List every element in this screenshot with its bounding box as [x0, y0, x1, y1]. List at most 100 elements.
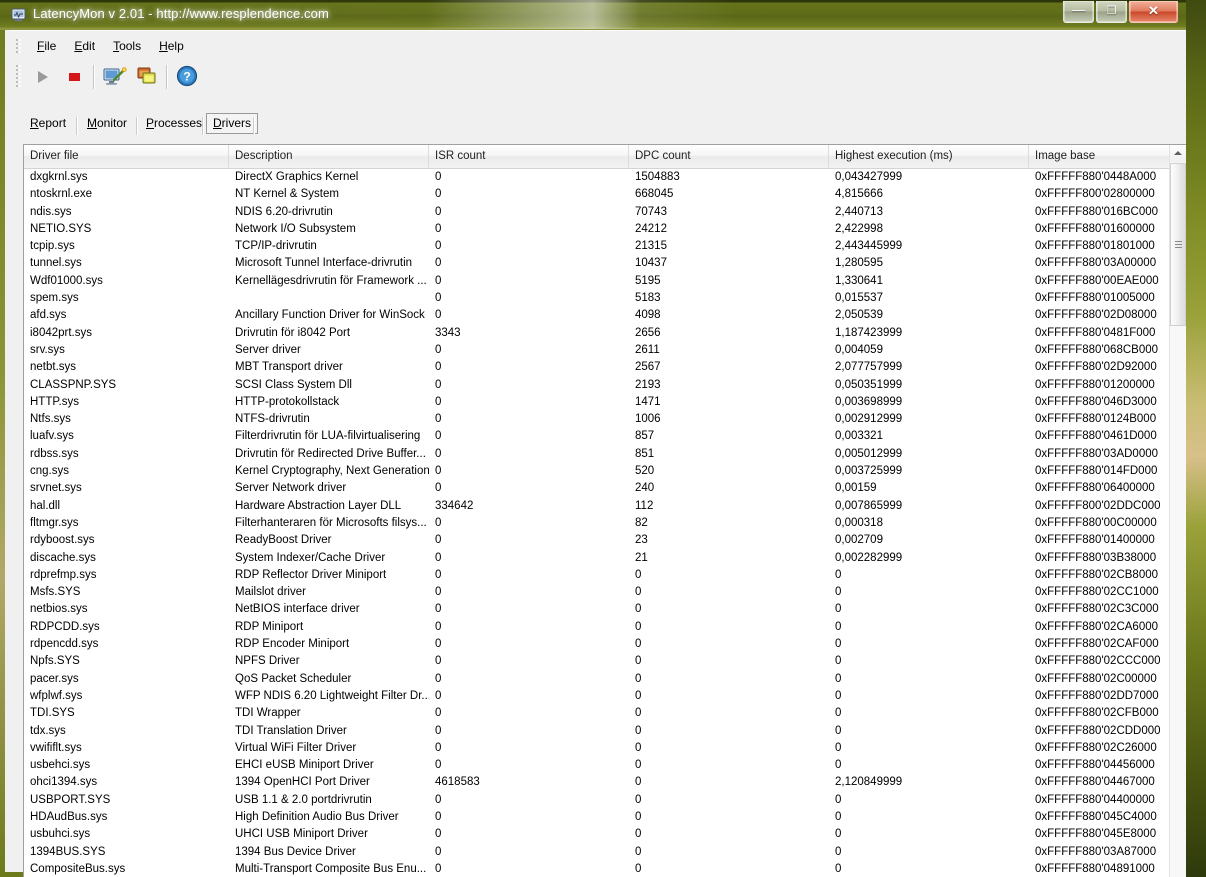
table-row[interactable]: wfplwf.sys WFP NDIS 6.20 Lightweight Filt…	[24, 688, 1170, 705]
cell-dpc-count: 0	[635, 707, 642, 720]
table-row[interactable]: discache.sys System Indexer/Cache Driver 0…	[24, 550, 1170, 567]
table-row[interactable]: HTTP.sys HTTP-protokollstack 0 1471 0,003698…	[24, 394, 1170, 411]
table-row[interactable]: tdx.sys TDI Translation Driver 0 0 0 0xFFFFF8…	[24, 723, 1170, 740]
cell-dpc-count: 857	[635, 430, 655, 443]
table-row[interactable]: 1394BUS.SYS 1394 Bus Device Driver 0 0 0 0xFF…	[24, 844, 1170, 861]
table-row[interactable]: Npfs.SYS NPFS Driver 0 0 0 0xFFFFF880'02CCC00…	[24, 653, 1170, 670]
start-button[interactable]	[28, 63, 56, 91]
table-row[interactable]: USBPORT.SYS USB 1.1 & 2.0 portdrivrutin 0 0…	[24, 792, 1170, 809]
svg-text:?: ?	[183, 70, 190, 84]
column-header-highest-execution-ms[interactable]: Highest execution (ms)	[829, 145, 1029, 168]
table-row[interactable]: tcpip.sys TCP/IP-drivrutin 0 21315 2,4434459…	[24, 238, 1170, 255]
menu-item-edit[interactable]: Edit	[65, 37, 104, 55]
cell-description: HTTP-protokollstack	[235, 395, 340, 408]
table-row[interactable]: HDAudBus.sys High Definition Audio Bus Dr…	[24, 809, 1170, 826]
table-row[interactable]: usbehci.sys EHCI eUSB Miniport Driver 0 0 0 0…	[24, 757, 1170, 774]
processes-tool-button[interactable]	[133, 63, 161, 91]
cell-driver-file: Wdf01000.sys	[30, 274, 103, 287]
table-row[interactable]: hal.dll Hardware Abstraction Layer DLL 334…	[24, 498, 1170, 515]
table-row[interactable]: srvnet.sys Server Network driver 0 240 0,001…	[24, 480, 1170, 497]
cell-highest-execution-ms: 0	[835, 620, 842, 633]
table-row[interactable]: pacer.sys QoS Packet Scheduler 0 0 0 0xFFFFF8…	[24, 671, 1170, 688]
tab-monitor[interactable]: Monitor	[80, 113, 134, 134]
table-row[interactable]: ntoskrnl.exe NT Kernel & System 0 668045 4,8…	[24, 186, 1170, 203]
cell-highest-execution-ms: 0	[835, 689, 842, 702]
cell-driver-file: USBPORT.SYS	[30, 793, 111, 806]
tab-processes[interactable]: Processes	[139, 113, 209, 134]
table-row[interactable]: i8042prt.sys Drivrutin för i8042 Port 3343…	[24, 325, 1170, 342]
table-row[interactable]: vwififlt.sys Virtual WiFi Filter Driver 0 0…	[24, 740, 1170, 757]
table-row[interactable]: ndis.sys NDIS 6.20-drivrutin 0 70743 2,44071…	[24, 204, 1170, 221]
cell-driver-file: Ntfs.sys	[30, 413, 71, 426]
table-row[interactable]: CompositeBus.sys Multi-Transport Composit…	[24, 861, 1170, 877]
vertical-scrollbar[interactable]	[1169, 145, 1186, 877]
cell-image-base: 0xFFFFF880'014FD000	[1035, 465, 1158, 478]
cell-driver-file: usbuhci.sys	[30, 828, 91, 841]
cell-description: Server Network driver	[235, 482, 347, 495]
maximize-button[interactable]: ❐	[1096, 1, 1127, 23]
cell-highest-execution-ms: 0	[835, 707, 842, 720]
table-row[interactable]: fltmgr.sys Filterhanteraren för Microsoft…	[24, 515, 1170, 532]
cell-dpc-count: 70743	[635, 205, 667, 218]
cell-isr-count: 0	[435, 413, 442, 426]
table-row[interactable]: spem.sys 0 5183 0,015537 0xFFFFF880'01005000	[24, 290, 1170, 307]
menu-gripper-icon[interactable]	[16, 39, 21, 55]
cell-image-base: 0xFFFFF880'02CA6000	[1035, 620, 1159, 633]
table-row[interactable]: rdbss.sys Drivrutin för Redirected Drive …	[24, 446, 1170, 463]
column-header-driver-file[interactable]: Driver file	[24, 145, 229, 168]
table-row[interactable]: luafv.sys Filterdrivrutin för LUA-filvirt…	[24, 428, 1170, 445]
cell-description: Filterdrivrutin för LUA-filvirtualiserin…	[235, 430, 421, 443]
table-row[interactable]: RDPCDD.sys RDP Miniport 0 0 0 0xFFFFF880'02CA…	[24, 619, 1170, 636]
column-header-image-base[interactable]: Image base	[1029, 145, 1170, 168]
menu-item-tools[interactable]: Tools	[104, 37, 150, 55]
table-row[interactable]: tunnel.sys Microsoft Tunnel Interface-dri…	[24, 255, 1170, 272]
cell-dpc-count: 1471	[635, 395, 661, 408]
cell-highest-execution-ms: 1,330641	[835, 274, 883, 287]
cell-highest-execution-ms: 0,043427999	[835, 171, 903, 183]
cell-dpc-count: 1006	[635, 413, 661, 426]
cell-driver-file: luafv.sys	[30, 430, 74, 443]
table-row[interactable]: rdyboost.sys ReadyBoost Driver 0 23 0,002709…	[24, 532, 1170, 549]
cell-description: EHCI eUSB Miniport Driver	[235, 759, 374, 772]
toolbar-gripper-icon[interactable]	[16, 65, 21, 89]
column-header-description[interactable]: Description	[229, 145, 429, 168]
table-row[interactable]: rdpencdd.sys RDP Encoder Miniport 0 0 0 0xFFF…	[24, 636, 1170, 653]
cell-dpc-count: 0	[635, 741, 642, 754]
cell-dpc-count: 82	[635, 516, 648, 529]
table-row[interactable]: NETIO.SYS Network I/O Subsystem 0 24212 2,42…	[24, 221, 1170, 238]
table-row[interactable]: afd.sys Ancillary Function Driver for Win…	[24, 307, 1170, 324]
table-row[interactable]: Ntfs.sys NTFS-drivrutin 0 1006 0,002912999 0x…	[24, 411, 1170, 428]
table-row[interactable]: ohci1394.sys 1394 OpenHCI Port Driver 4618…	[24, 774, 1170, 791]
cell-isr-count: 0	[435, 655, 442, 668]
table-row[interactable]: netbt.sys MBT Transport driver 0 2567 2,0777…	[24, 359, 1170, 376]
cell-driver-file: wfplwf.sys	[30, 689, 83, 702]
stop-button[interactable]	[60, 63, 88, 91]
tab-report[interactable]: Report	[23, 113, 73, 134]
column-header-isr-count[interactable]: ISR count	[429, 145, 629, 168]
monitor-tool-button[interactable]	[100, 63, 128, 91]
scroll-up-button[interactable]	[1170, 145, 1186, 162]
table-row[interactable]: rdprefmp.sys RDP Reflector Driver Minipor…	[24, 567, 1170, 584]
window-client-area: File Edit Tools Help ? Report Monitor Pr…	[0, 30, 1186, 877]
table-row[interactable]: Wdf01000.sys Kernellägesdrivrutin för Fra…	[24, 273, 1170, 290]
close-button[interactable]: ✕	[1129, 1, 1178, 23]
table-row[interactable]: cng.sys Kernel Cryptography, Next Generat…	[24, 463, 1170, 480]
help-button[interactable]: ?	[173, 63, 201, 91]
table-row[interactable]: srv.sys Server driver 0 2611 0,004059 0xFFFFF…	[24, 342, 1170, 359]
tab-drivers[interactable]: Drivers	[206, 113, 259, 134]
table-row[interactable]: Msfs.SYS Mailslot driver 0 0 0 0xFFFFF880'02C…	[24, 584, 1170, 601]
table-row[interactable]: usbuhci.sys UHCI USB Miniport Driver 0 0 0 0x…	[24, 826, 1170, 843]
minimize-button[interactable]: —	[1063, 1, 1094, 23]
table-row[interactable]: TDI.SYS TDI Wrapper 0 0 0 0xFFFFF880'02CFB000	[24, 705, 1170, 722]
column-header-dpc-count[interactable]: DPC count	[629, 145, 829, 168]
table-row[interactable]: CLASSPNP.SYS SCSI Class System Dll 0 2193 0,…	[24, 377, 1170, 394]
table-row[interactable]: netbios.sys NetBIOS interface driver 0 0 0 0x…	[24, 601, 1170, 618]
cell-highest-execution-ms: 0	[835, 603, 842, 616]
menu-item-file[interactable]: File	[28, 37, 65, 55]
table-row[interactable]: dxgkrnl.sys DirectX Graphics Kernel 0 15048…	[24, 169, 1170, 186]
cell-dpc-count: 1504883	[635, 171, 680, 183]
window-title: LatencyMon v 2.01 - http://www.resplende…	[33, 6, 329, 21]
menu-item-help[interactable]: Help	[150, 37, 193, 55]
cell-driver-file: ndis.sys	[30, 205, 72, 218]
scrollbar-thumb[interactable]	[1170, 163, 1186, 326]
